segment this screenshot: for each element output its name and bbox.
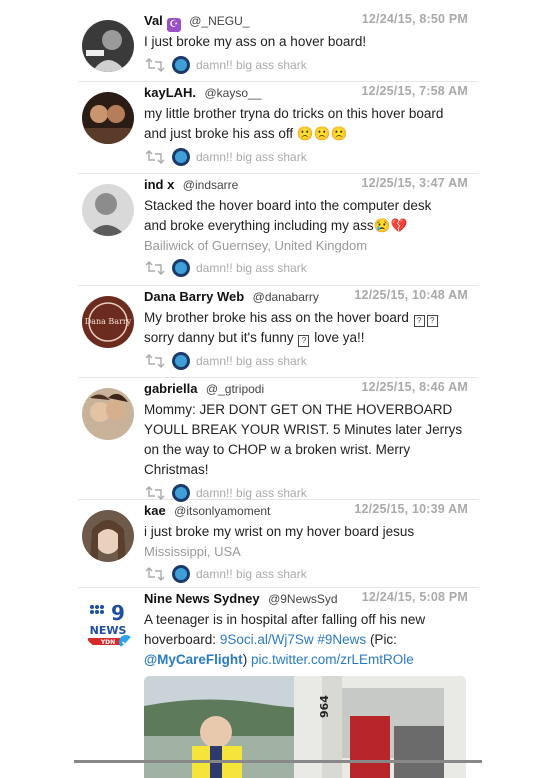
tweet-text: I just broke my ass on a hover board! (144, 34, 367, 49)
missing-glyph-icon: ? (426, 315, 438, 327)
tweet-text-line: YOULL BREAK YOUR WRIST. 5 Minutes later … (144, 422, 463, 437)
retweet-info: damn!! big ass shark (144, 148, 478, 168)
tweet-text: Stacked the hover board into the compute… (144, 196, 478, 236)
tweet-location[interactable]: Bailiwick of Guernsey, United Kingdom (144, 236, 478, 255)
tweet-location[interactable]: Mississippi, USA (144, 542, 478, 561)
tweet-timestamp[interactable]: 12/24/15, 8:50 PM (362, 12, 468, 26)
display-name[interactable]: Dana Barry Web (144, 289, 244, 304)
retweeter-avatar[interactable] (172, 352, 190, 370)
tweet-item[interactable]: kae @itsonlyamoment 12/25/15, 10:39 AM i… (78, 502, 478, 588)
retweet-info: damn!! big ass shark (144, 352, 478, 372)
mention-link[interactable]: @MyCareFlight (144, 652, 243, 667)
tweet-text-line: Mommy: JER DONT GET ON THE HOVERBOARD (144, 402, 453, 417)
tweet-text-line: My brother broke his ass on the hover bo… (144, 310, 409, 325)
missing-glyph-icon: ? (413, 315, 425, 327)
tweet-text-line: and just broke his ass off (144, 126, 294, 141)
tweet-text: my little brother tryna do tricks on thi… (144, 104, 478, 144)
tweet-text-fragment: (Pic: (369, 632, 397, 647)
user-handle[interactable]: @_gtripodi (206, 382, 264, 396)
retweet-info: damn!! big ass shark (144, 56, 478, 76)
avatar[interactable] (82, 184, 134, 236)
retweet-info: damn!! big ass shark (144, 484, 478, 504)
retweet-icon (145, 150, 165, 164)
user-handle[interactable]: @_NEGU_ (189, 14, 249, 28)
retweeter-avatar[interactable] (172, 259, 190, 277)
tweet-text-line: and broke everything including my ass (144, 218, 374, 233)
tweet-timestamp[interactable]: 12/24/15, 5:08 PM (362, 590, 468, 604)
news-logo-wordmark: NEWS (90, 624, 127, 637)
tweet-timestamp[interactable]: 12/25/15, 8:46 AM (362, 380, 468, 394)
tweet-text-line: Christmas! (144, 462, 209, 477)
avatar[interactable] (82, 20, 134, 72)
picture-link[interactable]: pic.twitter.com/zrLEmtROle (251, 652, 414, 667)
tweet-item[interactable]: ind x @indsarre 12/25/15, 3:47 AM Stacke… (78, 176, 478, 286)
retweeter-name[interactable]: damn!! big ass shark (196, 354, 307, 368)
user-handle[interactable]: @9NewsSyd (268, 592, 338, 606)
ambulance-number: 964 (318, 695, 331, 718)
retweet-info: damn!! big ass shark (144, 565, 478, 585)
user-handle[interactable]: @kayso__ (204, 86, 261, 100)
display-name[interactable]: Val (144, 13, 163, 28)
tweet-timestamp[interactable]: 12/25/15, 7:58 AM (362, 84, 468, 98)
missing-glyph-icon: ? (298, 335, 310, 347)
avatar[interactable]: 9 NEWS YDN (82, 598, 134, 650)
user-handle[interactable]: @danabarry (253, 290, 319, 304)
display-name[interactable]: ind x (144, 177, 174, 192)
crescent-badge-icon: ☪ (166, 18, 181, 32)
retweeter-avatar[interactable] (172, 56, 190, 74)
display-name[interactable]: gabriella (144, 381, 197, 396)
tweet-feed: Val ☪ @_NEGU_ 12/24/15, 8:50 PM I just br… (78, 0, 478, 778)
tweet-text: My brother broke his ass on the hover bo… (144, 308, 478, 348)
retweeter-name[interactable]: damn!! big ass shark (196, 486, 307, 500)
avatar[interactable]: Dana Barry (82, 296, 134, 348)
retweeter-name[interactable]: damn!! big ass shark (196, 150, 307, 164)
avatar[interactable] (82, 92, 134, 144)
retweeter-name[interactable]: damn!! big ass shark (196, 261, 307, 275)
crying-broken-heart-emoji-icon: 😢💔 (373, 218, 408, 233)
retweet-icon (145, 58, 165, 72)
tweet-text-line: love ya!! (314, 330, 365, 345)
svg-text:Dana Barry: Dana Barry (85, 317, 132, 326)
frown-emoji-icon: 🙁🙁🙁 (296, 126, 348, 141)
display-name[interactable]: kae (144, 503, 166, 518)
display-name[interactable]: Nine News Sydney (144, 591, 260, 606)
user-handle[interactable]: @itsonlyamoment (174, 504, 270, 518)
tweet-text: Mommy: JER DONT GET ON THE HOVERBOARD YO… (144, 400, 478, 480)
retweeter-avatar[interactable] (172, 565, 190, 583)
tweet-text-line: on the way to CHOP w a broken wrist. Mer… (144, 442, 411, 457)
tweet-item[interactable]: gabriella @_gtripodi 12/25/15, 8:46 AM M… (78, 380, 478, 502)
tweet-text: i just broke my wrist on my hover board … (144, 524, 415, 539)
retweet-icon (145, 354, 165, 368)
tweet-text-line: A teenager is in hospital after falling … (144, 612, 426, 627)
retweet-icon (145, 261, 165, 275)
tweet-text: A teenager is in hospital after falling … (144, 610, 478, 670)
retweeter-name[interactable]: damn!! big ass shark (196, 58, 307, 72)
retweet-icon (145, 486, 165, 500)
article-link[interactable]: 9Soci.al/Wj7Sw (220, 632, 314, 647)
news-logo-number: 9 (111, 601, 125, 625)
tweet-text-fragment: ) (242, 652, 248, 667)
tweet-timestamp[interactable]: 12/25/15, 3:47 AM (362, 176, 468, 190)
tweet-item[interactable]: Val ☪ @_NEGU_ 12/24/15, 8:50 PM I just br… (78, 12, 478, 82)
tweet-timestamp[interactable]: 12/25/15, 10:48 AM (354, 288, 468, 302)
retweeter-avatar[interactable] (172, 484, 190, 502)
user-handle[interactable]: @indsarre (183, 178, 239, 192)
tweet-text-line: hoverboard: (144, 632, 217, 647)
retweeter-name[interactable]: damn!! big ass shark (196, 567, 307, 581)
tweet-timestamp[interactable]: 12/25/15, 10:39 AM (354, 502, 468, 516)
news-logo-city: YDN (100, 639, 115, 646)
tweet-text-line: my little brother tryna do tricks on thi… (144, 106, 444, 121)
tweet-text-line: Stacked the hover board into the compute… (144, 198, 432, 213)
display-name[interactable]: kayLAH. (144, 85, 196, 100)
tweet-item[interactable]: Dana Barry Dana Barry Web @danabarry 12/… (78, 288, 478, 378)
hashtag-link[interactable]: #9News (317, 632, 366, 647)
avatar[interactable] (82, 510, 134, 562)
retweet-info: damn!! big ass shark (144, 259, 478, 279)
retweet-icon (145, 567, 165, 581)
avatar[interactable] (82, 388, 134, 440)
window-bottom-edge (74, 760, 482, 763)
tweet-item[interactable]: kayLAH. @kayso__ 12/25/15, 7:58 AM my li… (78, 84, 478, 174)
retweeter-avatar[interactable] (172, 148, 190, 166)
tweet-text-line: sorry danny but it's funny (144, 330, 294, 345)
